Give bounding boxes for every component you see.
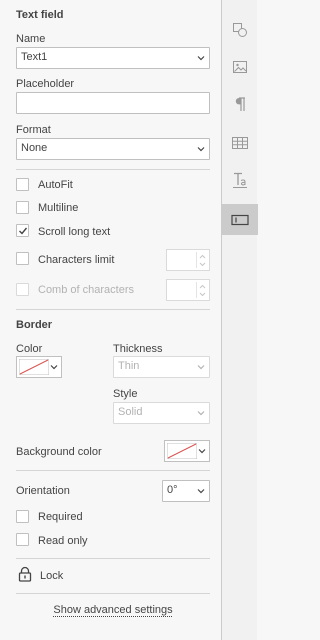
form-settings-panel: Text field Name Text1 Placeholder Format… bbox=[0, 0, 221, 640]
checkmark-icon bbox=[19, 227, 28, 235]
text-art-settings-icon[interactable] bbox=[222, 165, 258, 195]
arrow-down-icon bbox=[199, 292, 206, 297]
style-label: Style bbox=[113, 388, 138, 400]
chevron-down-icon[interactable] bbox=[197, 486, 205, 496]
comb-cells-spinner[interactable] bbox=[166, 279, 210, 301]
divider bbox=[16, 593, 210, 594]
shape-settings-icon[interactable] bbox=[222, 15, 258, 45]
thickness-select[interactable]: Thin bbox=[113, 356, 210, 378]
characters-limit-spinner[interactable] bbox=[166, 249, 210, 271]
arrow-up-icon bbox=[199, 254, 206, 259]
orientation-label: Orientation bbox=[16, 485, 70, 497]
show-advanced-settings-link[interactable]: Show advanced settings bbox=[0, 604, 226, 616]
characters-limit-checkbox[interactable] bbox=[16, 252, 29, 265]
divider bbox=[16, 470, 210, 471]
read-only-label: Read only bbox=[38, 535, 88, 547]
background-color-label: Background color bbox=[16, 446, 102, 458]
format-value: None bbox=[21, 142, 48, 154]
required-label: Required bbox=[38, 511, 83, 523]
image-settings-icon[interactable] bbox=[222, 52, 258, 82]
divider bbox=[16, 558, 210, 559]
chevron-down-icon[interactable] bbox=[197, 144, 205, 154]
multiline-label: Multiline bbox=[38, 202, 79, 214]
style-select[interactable]: Solid bbox=[113, 402, 210, 424]
placeholder-field[interactable] bbox=[16, 92, 210, 114]
border-color-picker[interactable] bbox=[16, 356, 62, 378]
read-only-checkbox[interactable] bbox=[16, 533, 29, 546]
autofit-label: AutoFit bbox=[38, 179, 73, 191]
format-select[interactable]: None bbox=[16, 138, 210, 160]
thickness-value: Thin bbox=[118, 360, 140, 372]
panel-title: Text field bbox=[16, 9, 64, 21]
chevron-down-icon[interactable] bbox=[197, 362, 205, 372]
placeholder-label: Placeholder bbox=[16, 78, 75, 90]
chevron-down-icon[interactable] bbox=[198, 446, 206, 456]
border-section-title: Border bbox=[16, 319, 53, 331]
autofit-checkbox[interactable] bbox=[16, 178, 29, 191]
format-label: Format bbox=[16, 124, 51, 136]
paragraph-settings-icon[interactable] bbox=[222, 89, 258, 119]
background-color-picker[interactable] bbox=[164, 440, 210, 462]
form-settings-icon[interactable] bbox=[222, 204, 258, 235]
arrow-down-icon bbox=[199, 262, 206, 267]
right-settings-rail bbox=[221, 0, 258, 640]
divider bbox=[16, 309, 210, 310]
no-color-swatch-icon bbox=[19, 359, 49, 375]
orientation-value: 0° bbox=[167, 484, 178, 496]
chevron-down-icon[interactable] bbox=[50, 362, 58, 372]
style-value: Solid bbox=[118, 406, 143, 418]
multiline-checkbox[interactable] bbox=[16, 201, 29, 214]
divider bbox=[16, 169, 210, 170]
orientation-select[interactable]: 0° bbox=[162, 480, 210, 502]
scroll-long-text-label: Scroll long text bbox=[38, 226, 111, 238]
thickness-label: Thickness bbox=[113, 343, 163, 355]
no-color-swatch-icon bbox=[167, 443, 197, 459]
lock-button[interactable] bbox=[18, 566, 34, 582]
lock-label: Lock bbox=[40, 570, 64, 582]
chevron-down-icon[interactable] bbox=[197, 408, 205, 418]
comb-of-characters-checkbox[interactable] bbox=[16, 283, 29, 296]
lock-icon bbox=[18, 566, 32, 582]
border-color-label: Color bbox=[16, 343, 43, 355]
scroll-long-text-checkbox[interactable] bbox=[16, 224, 29, 237]
name-field[interactable]: Text1 bbox=[16, 47, 210, 69]
name-label: Name bbox=[16, 33, 46, 45]
arrow-up-icon bbox=[199, 284, 206, 289]
characters-limit-label: Characters limit bbox=[38, 254, 115, 266]
required-checkbox[interactable] bbox=[16, 510, 29, 523]
chevron-down-icon[interactable] bbox=[197, 53, 205, 63]
name-value: Text1 bbox=[21, 51, 48, 63]
table-settings-icon[interactable] bbox=[222, 128, 258, 158]
comb-of-characters-label: Comb of characters bbox=[38, 284, 134, 296]
